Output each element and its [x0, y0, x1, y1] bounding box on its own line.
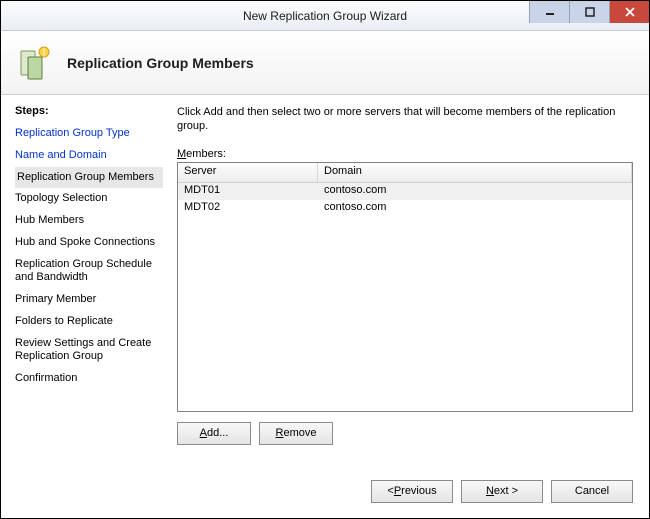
window-controls — [529, 1, 649, 23]
table-row[interactable]: MDT02contoso.com — [178, 200, 632, 217]
step-item[interactable]: Name and Domain — [15, 145, 163, 167]
titlebar: New Replication Group Wizard — [1, 1, 649, 31]
step-item[interactable]: Hub and Spoke Connections — [15, 232, 163, 254]
minimize-button[interactable] — [529, 1, 569, 23]
maximize-icon — [585, 7, 595, 17]
minimize-icon — [545, 7, 555, 17]
close-button[interactable] — [609, 1, 649, 23]
step-item[interactable]: Topology Selection — [15, 188, 163, 210]
column-domain[interactable]: Domain — [318, 163, 632, 182]
wizard-icon — [15, 43, 55, 83]
cell-domain: contoso.com — [318, 183, 632, 200]
remove-button[interactable]: Remove — [259, 422, 333, 445]
wizard-header: Replication Group Members — [1, 31, 649, 95]
step-item[interactable]: Review Settings and Create Replication G… — [15, 333, 163, 369]
cell-domain: contoso.com — [318, 200, 632, 217]
step-item[interactable]: Replication Group Type — [15, 123, 163, 145]
table-header: Server Domain — [178, 163, 632, 183]
add-button[interactable]: Add... — [177, 422, 251, 445]
page-title: Replication Group Members — [67, 55, 254, 71]
step-item[interactable]: Replication Group Schedule and Bandwidth — [15, 254, 163, 290]
steps-heading: Steps: — [15, 105, 163, 117]
step-item[interactable]: Primary Member — [15, 289, 163, 311]
step-item[interactable]: Folders to Replicate — [15, 311, 163, 333]
maximize-button[interactable] — [569, 1, 609, 23]
cancel-button[interactable]: Cancel — [551, 480, 633, 503]
wizard-body: Steps: Replication Group TypeName and Do… — [1, 95, 649, 465]
step-item[interactable]: Hub Members — [15, 210, 163, 232]
column-server[interactable]: Server — [178, 163, 318, 182]
member-buttons: Add... Remove — [177, 422, 633, 445]
previous-button[interactable]: < Previous — [371, 480, 453, 503]
main-panel: Click Add and then select two or more se… — [171, 95, 649, 465]
steps-sidebar: Steps: Replication Group TypeName and Do… — [1, 95, 171, 465]
step-item[interactable]: Confirmation — [15, 368, 163, 390]
members-listview[interactable]: Server Domain MDT01contoso.comMDT02conto… — [177, 162, 633, 412]
cell-server: MDT02 — [178, 200, 318, 217]
instruction-text: Click Add and then select two or more se… — [177, 105, 633, 134]
close-icon — [625, 7, 635, 17]
cell-server: MDT01 — [178, 183, 318, 200]
step-item[interactable]: Replication Group Members — [15, 167, 163, 189]
table-row[interactable]: MDT01contoso.com — [178, 183, 632, 200]
next-button[interactable]: Next > — [461, 480, 543, 503]
wizard-footer: < Previous Next > Cancel — [1, 465, 649, 517]
members-label: Members: — [177, 148, 633, 160]
